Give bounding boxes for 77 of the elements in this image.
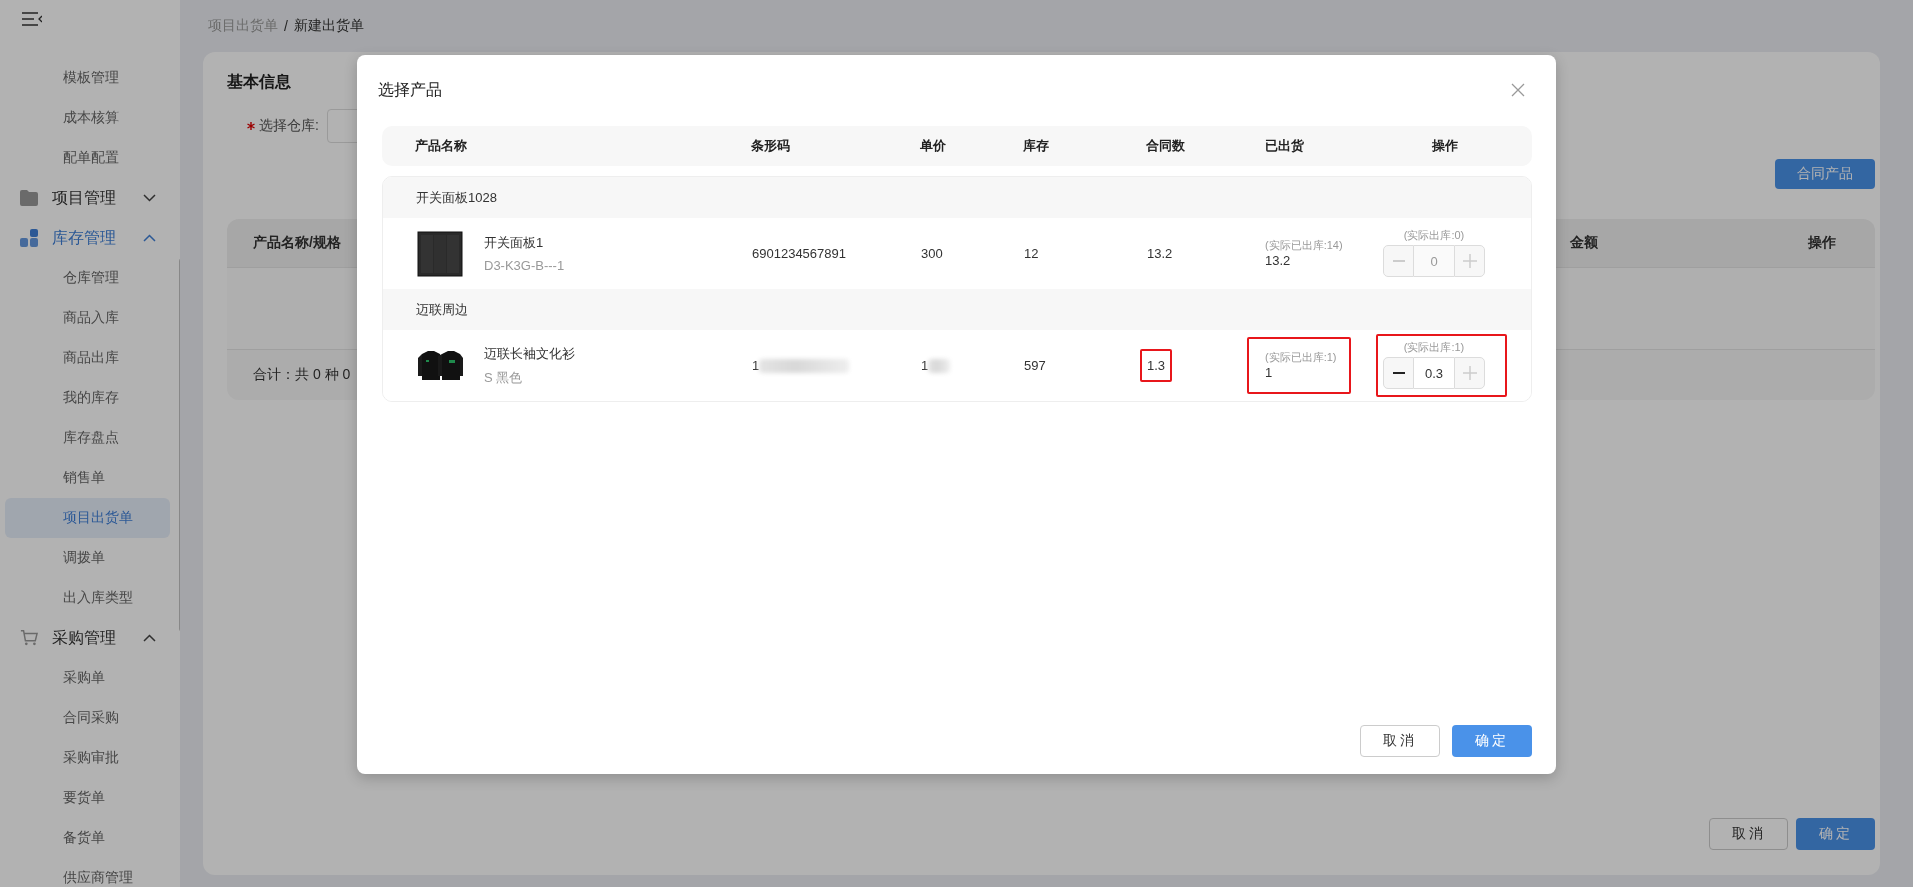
shipped-note: (实际已出库:1) [1265,350,1337,365]
sidebar-group[interactable]: 采购管理 [0,618,180,658]
sidebar-item[interactable]: 我的库存 [5,378,170,418]
confirm-button[interactable]: 确定 [1796,818,1875,850]
sidebar-group[interactable]: 项目管理 [0,178,180,218]
quantity-field[interactable]: 0.3 [1414,357,1454,389]
shipped-qty: 1 [1265,365,1274,380]
cart-icon [20,629,38,647]
product-name: 迈联长袖文化衫 [484,344,575,363]
column-header: 单价 [920,137,946,155]
product-name: 开关面板1 [484,234,545,252]
sidebar-item[interactable]: 库存盘点 [5,418,170,458]
sidebar-item[interactable]: 销售单 [5,458,170,498]
sidebar-item[interactable]: 商品出库 [5,338,170,378]
column-header: 合同数 [1146,137,1185,155]
table-summary: 合计：共 0 种 0 [253,366,351,384]
folder-icon [20,190,38,206]
price-cell: 300 [921,246,943,261]
shipped-note: (实际已出库:14) [1265,238,1343,253]
sidebar-item[interactable]: 成本核算 [5,98,170,138]
group-name: 开关面板1028 [416,188,497,207]
minus-icon [1392,260,1405,262]
price-cell: 1 [921,357,929,373]
sidebar-item[interactable]: 出入库类型 [5,578,170,618]
shipped-qty: 13.2 [1265,253,1292,268]
sidebar-item[interactable]: 合同采购 [5,698,170,738]
product-spec: S 黑色 [484,368,524,387]
stock-cell: 597 [1024,358,1046,373]
group-name: 迈联周边 [416,300,468,319]
sidebar-item[interactable]: 备货单 [5,818,170,858]
outbound-note: (实际出库:0) [1403,228,1465,243]
sidebar-item[interactable]: 供应商管理 [5,858,170,887]
column-header: 库存 [1023,137,1049,155]
sidebar-item[interactable]: 配单配置 [5,138,170,178]
sidebar-item[interactable]: 商品入库 [5,298,170,338]
plus-icon [1462,254,1477,268]
breadcrumb-current: 新建出货单 [293,17,364,35]
sidebar-item[interactable]: 项目出货单 [5,498,170,538]
minus-icon [1392,372,1405,374]
cancel-button[interactable]: 取消 [1360,725,1440,757]
section-title: 基本信息 [227,72,291,92]
close-icon[interactable] [1511,83,1525,97]
column-header: 产品名称/规格 [253,234,341,250]
sidebar-item[interactable]: 模板管理 [5,58,170,98]
sidebar-item[interactable]: 调拨单 [5,538,170,578]
dialog-title: 选择产品 [378,79,442,100]
sidebar-item[interactable]: 采购单 [5,658,170,698]
column-header: 已出货 [1265,137,1304,155]
column-header: 金额 [1570,234,1598,250]
menu-icon[interactable] [22,11,42,26]
barcode-cell: 6901234567891 [752,246,846,261]
cancel-button[interactable]: 取消 [1709,818,1788,850]
product-spec: D3-K3G-B---1 [484,258,565,273]
breadcrumb-separator: / [284,18,288,34]
column-header: 产品名称 [415,137,467,155]
sidebar-item[interactable]: 要货单 [5,778,170,818]
stock-cell: 12 [1024,246,1039,261]
field-label: 选择仓库: [259,117,319,135]
contract-products-button[interactable]: 合同产品 [1775,159,1875,189]
sidebar-item[interactable]: 仓库管理 [5,258,170,298]
minus-button[interactable] [1383,357,1414,389]
contract-qty: 1.3 [1147,358,1166,373]
chevron-icon [143,634,156,642]
plus-icon [1462,366,1477,380]
blocks-icon [20,229,38,247]
chevron-icon [143,234,156,242]
sidebar-item[interactable]: 采购审批 [5,738,170,778]
chevron-icon [143,194,156,202]
column-header: 操作 [1432,137,1458,155]
sidebar-group[interactable]: 库存管理 [0,218,180,258]
barcode-cell: 1 [752,357,760,373]
quantity-field[interactable]: 0 [1414,245,1454,277]
confirm-button[interactable]: 确定 [1452,725,1532,757]
column-header: 操作 [1808,234,1836,250]
column-header: 条形码 [751,137,790,155]
contract-qty: 13.2 [1147,246,1173,261]
outbound-note: (实际出库:1) [1403,340,1465,355]
